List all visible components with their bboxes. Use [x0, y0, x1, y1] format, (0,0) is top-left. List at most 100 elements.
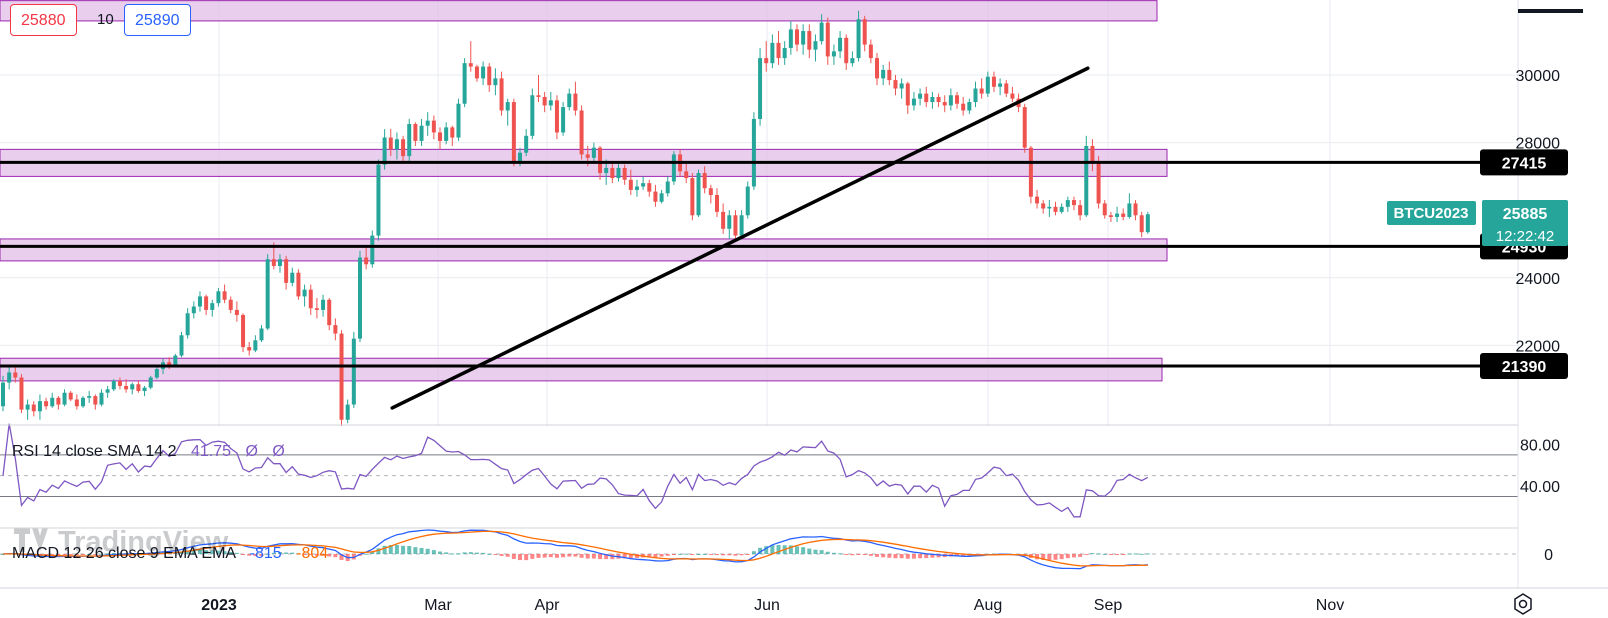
candle[interactable]	[345, 404, 350, 420]
candle[interactable]	[241, 314, 246, 348]
candle[interactable]	[253, 340, 258, 351]
candle[interactable]	[487, 66, 492, 86]
candle[interactable]	[1059, 206, 1064, 212]
candle[interactable]	[542, 96, 547, 106]
candle[interactable]	[936, 96, 941, 103]
candle[interactable]	[370, 235, 375, 265]
candle[interactable]	[801, 31, 806, 45]
candle[interactable]	[764, 58, 769, 64]
candle[interactable]	[185, 313, 190, 336]
candle[interactable]	[222, 291, 227, 300]
candle[interactable]	[893, 80, 898, 89]
candle[interactable]	[1053, 206, 1058, 212]
candle[interactable]	[1139, 215, 1144, 233]
candle[interactable]	[314, 308, 319, 310]
candle[interactable]	[124, 385, 129, 390]
candle[interactable]	[641, 183, 646, 187]
candle[interactable]	[74, 399, 79, 407]
candle[interactable]	[579, 110, 584, 155]
candle[interactable]	[81, 397, 86, 407]
candle[interactable]	[117, 380, 122, 386]
candle[interactable]	[733, 215, 738, 236]
candle[interactable]	[321, 299, 326, 310]
candle[interactable]	[425, 120, 430, 126]
candle[interactable]	[228, 299, 233, 310]
candle[interactable]	[93, 396, 98, 405]
candle[interactable]	[967, 102, 972, 111]
candle[interactable]	[462, 63, 467, 104]
candle[interactable]	[413, 124, 418, 141]
candle[interactable]	[438, 132, 443, 141]
macd-legend[interactable]: MACD 12 26 close 9 EMA EMA -815 -804	[12, 545, 328, 563]
candle[interactable]	[1010, 93, 1015, 99]
candle[interactable]	[714, 194, 719, 212]
candle[interactable]	[567, 93, 572, 108]
candle[interactable]	[277, 259, 282, 266]
candle[interactable]	[530, 95, 535, 136]
candle[interactable]	[1065, 200, 1070, 207]
candle[interactable]	[62, 392, 67, 405]
candle[interactable]	[290, 272, 295, 283]
candle[interactable]	[659, 193, 664, 202]
candle[interactable]	[991, 76, 996, 87]
candle[interactable]	[511, 102, 516, 162]
candle[interactable]	[259, 328, 264, 341]
candle[interactable]	[339, 333, 344, 420]
candle[interactable]	[634, 186, 639, 190]
candle[interactable]	[333, 325, 338, 334]
candle[interactable]	[204, 296, 209, 310]
candle[interactable]	[327, 299, 332, 326]
candle[interactable]	[87, 396, 92, 398]
candle[interactable]	[911, 98, 916, 106]
candle[interactable]	[721, 211, 726, 229]
candle[interactable]	[247, 347, 252, 351]
candle[interactable]	[499, 78, 504, 111]
candle[interactable]	[56, 397, 61, 405]
candle[interactable]	[1121, 213, 1126, 217]
candle[interactable]	[1133, 203, 1138, 216]
candle[interactable]	[296, 272, 301, 297]
candle[interactable]	[758, 58, 763, 119]
candle[interactable]	[554, 100, 559, 133]
candle[interactable]	[265, 259, 270, 329]
candle[interactable]	[622, 167, 627, 180]
candle[interactable]	[456, 103, 461, 138]
candle[interactable]	[394, 139, 399, 150]
candle[interactable]	[1108, 215, 1113, 217]
candle[interactable]	[739, 215, 744, 236]
candle[interactable]	[696, 173, 701, 216]
candle[interactable]	[899, 83, 904, 89]
candle[interactable]	[308, 289, 313, 309]
candle[interactable]	[573, 93, 578, 111]
candle[interactable]	[924, 93, 929, 103]
candle[interactable]	[1084, 145, 1089, 216]
price-chart[interactable]: 80.0040.00 0 TradingView 300002800024000…	[0, 0, 1608, 618]
candle[interactable]	[942, 102, 947, 106]
candle[interactable]	[979, 88, 984, 94]
candle[interactable]	[68, 392, 73, 400]
candle[interactable]	[481, 66, 486, 79]
candle[interactable]	[616, 167, 621, 179]
candle[interactable]	[130, 384, 135, 390]
candle[interactable]	[610, 167, 615, 179]
candle[interactable]	[868, 44, 873, 59]
candle[interactable]	[794, 29, 799, 45]
candle[interactable]	[862, 19, 867, 45]
candle[interactable]	[918, 93, 923, 99]
candle[interactable]	[838, 37, 843, 52]
candle[interactable]	[1035, 196, 1040, 204]
candle[interactable]	[776, 42, 781, 59]
candle[interactable]	[401, 139, 406, 157]
settings-gear-icon[interactable]	[1512, 593, 1534, 615]
candle[interactable]	[1004, 83, 1009, 94]
candle[interactable]	[271, 259, 276, 266]
candle[interactable]	[234, 309, 239, 315]
candle[interactable]	[1078, 205, 1083, 216]
candle[interactable]	[376, 164, 381, 236]
candle[interactable]	[364, 257, 369, 265]
candle[interactable]	[154, 369, 159, 378]
candle[interactable]	[598, 147, 603, 174]
candle[interactable]	[50, 397, 55, 407]
candle[interactable]	[505, 102, 510, 111]
candle[interactable]	[357, 257, 362, 339]
